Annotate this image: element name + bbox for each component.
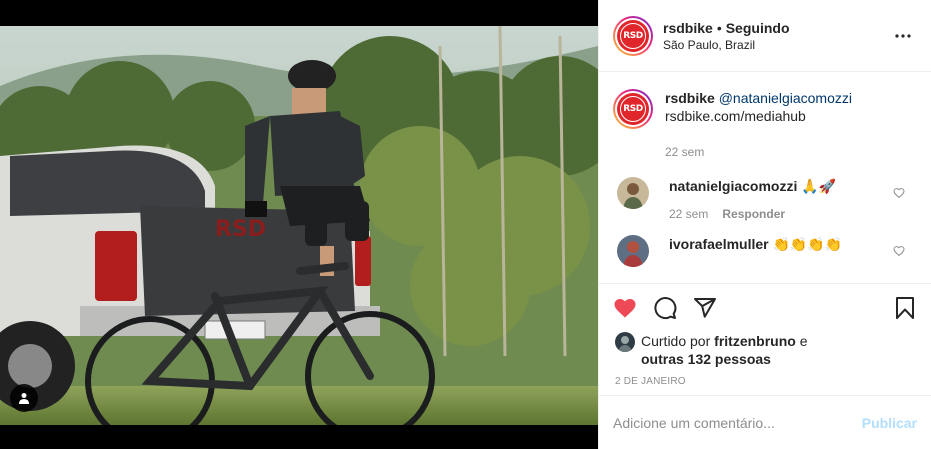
likes-connector: e — [799, 333, 808, 349]
reply-button[interactable]: Responder — [722, 207, 785, 221]
comment-text: 👏👏👏👏 — [772, 236, 843, 252]
caption-username[interactable]: rsdbike — [665, 90, 715, 106]
action-bar — [599, 284, 931, 332]
likes-summary: Curtido por fritzenbruno e outras 132 pe… — [599, 332, 931, 368]
comment-text: 🙏🚀 — [801, 178, 837, 194]
commenter-avatar[interactable] — [617, 235, 649, 267]
small-heart-icon[interactable] — [893, 245, 905, 257]
post-date[interactable]: 2 DE JANEIRO — [599, 376, 931, 388]
likes-others[interactable]: outras 132 pessoas — [641, 351, 771, 367]
caption-mention[interactable]: @natanielgiacomozzi — [719, 90, 852, 106]
commenter-avatar[interactable] — [617, 177, 649, 209]
heart-icon[interactable] — [613, 296, 637, 320]
rsd-logo: RSD — [617, 19, 649, 52]
author-username[interactable]: rsdbike — [663, 20, 713, 36]
comment-item: ivorafaelmuller 👏👏👏👏 — [613, 235, 915, 267]
photo-illustration: RSD — [0, 26, 598, 425]
header-info: rsdbike • Seguindo São Paulo, Brazil — [663, 19, 891, 53]
comment-username[interactable]: natanielgiacomozzi — [669, 178, 797, 194]
liker-username[interactable]: fritzenbruno — [714, 333, 796, 349]
post-modal: RSD RSD rsdbike • Seguindo São Paulo, Br… — [0, 0, 931, 449]
follow-status[interactable]: Seguindo — [726, 20, 790, 36]
more-icon[interactable] — [891, 24, 915, 48]
add-comment-bar: Publicar — [599, 395, 931, 449]
comment-username[interactable]: ivorafaelmuller — [669, 236, 769, 252]
post-caption: RSD rsdbike @natanielgiacomozzi rsdbike.… — [613, 89, 915, 159]
liker-avatar[interactable] — [615, 332, 635, 352]
svg-text:RSD: RSD — [215, 217, 266, 242]
caption-link: rsdbike.com/mediahub — [665, 108, 806, 124]
comment-time[interactable]: 22 sem — [669, 207, 708, 221]
post-location[interactable]: São Paulo, Brazil — [663, 37, 891, 53]
post-header: RSD rsdbike • Seguindo São Paulo, Brazil — [599, 0, 931, 72]
logo-text: RSD — [620, 96, 646, 122]
author-avatar[interactable]: RSD — [613, 15, 653, 56]
publish-button[interactable]: Publicar — [862, 415, 917, 431]
likes-prefix: Curtido por — [641, 333, 711, 349]
rsd-logo: RSD — [617, 93, 649, 125]
logo-text: RSD — [620, 22, 646, 49]
comment-icon[interactable] — [653, 296, 677, 320]
comments-list[interactable]: RSD rsdbike @natanielgiacomozzi rsdbike.… — [599, 73, 931, 283]
comment-item: natanielgiacomozzi 🙏🚀 22 sem Responder — [613, 177, 915, 221]
caption-time[interactable]: 22 sem — [665, 145, 852, 159]
post-media: RSD — [0, 0, 598, 449]
user-tag-icon[interactable] — [10, 384, 38, 412]
post-photo[interactable]: RSD — [0, 26, 598, 425]
save-icon[interactable] — [893, 296, 917, 320]
caption-avatar[interactable]: RSD — [613, 89, 653, 129]
comment-input[interactable] — [613, 414, 862, 431]
separator-dot: • — [716, 19, 722, 36]
post-actions-area: Curtido por fritzenbruno e outras 132 pe… — [599, 283, 931, 388]
post-details-panel: RSD rsdbike•Seguindo São Paulo, Brazil — [598, 0, 931, 449]
small-heart-icon[interactable] — [893, 187, 905, 199]
share-icon[interactable] — [693, 296, 717, 320]
